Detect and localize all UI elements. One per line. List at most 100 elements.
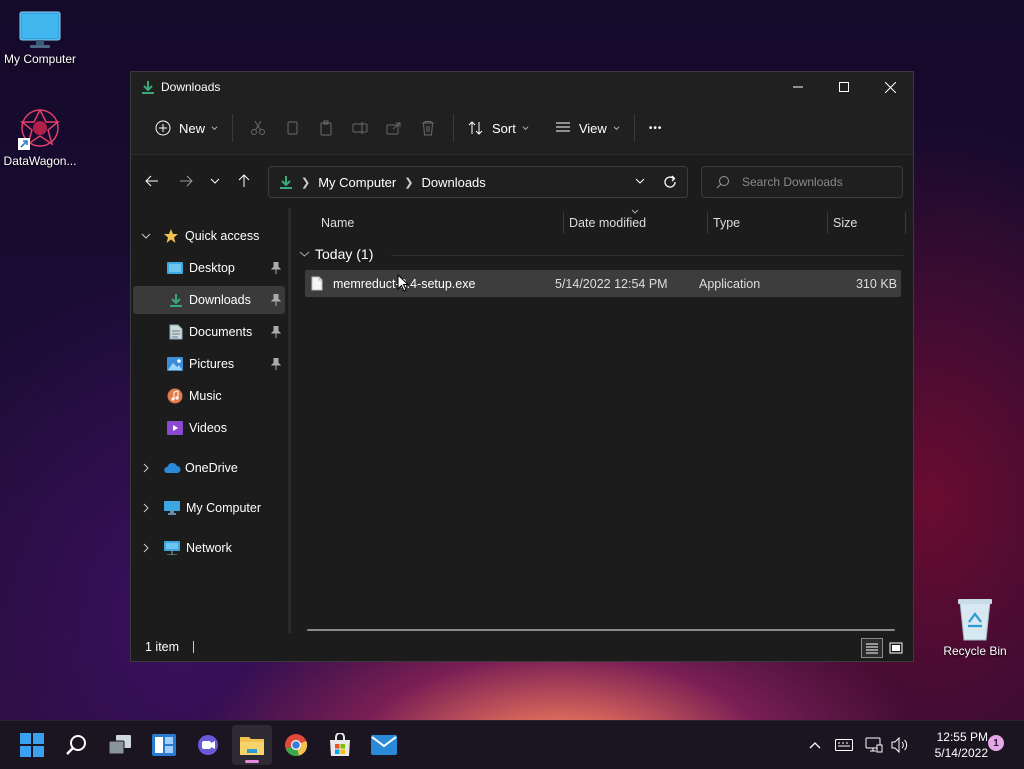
pin-icon[interactable] bbox=[271, 326, 281, 338]
widgets-button[interactable] bbox=[144, 725, 184, 765]
window-title: Downloads bbox=[161, 80, 221, 94]
chat-button[interactable] bbox=[188, 725, 228, 765]
toolbar-separator bbox=[633, 114, 635, 142]
chevron-down-icon bbox=[141, 233, 151, 239]
share-button[interactable] bbox=[377, 112, 411, 144]
address-bar[interactable]: ❯ My Computer ❯ Downloads bbox=[268, 166, 688, 198]
show-hidden-icons-button[interactable] bbox=[804, 721, 826, 769]
recent-locations-button[interactable] bbox=[202, 166, 228, 196]
chrome-button[interactable] bbox=[276, 725, 316, 765]
new-button[interactable]: New bbox=[149, 112, 224, 144]
maximize-button[interactable] bbox=[821, 72, 867, 102]
pin-icon[interactable] bbox=[271, 262, 281, 274]
breadcrumb-my-computer[interactable]: My Computer bbox=[318, 175, 396, 190]
sort-icon bbox=[468, 121, 483, 135]
column-header-name[interactable]: Name bbox=[321, 208, 561, 238]
title-bar[interactable]: Downloads bbox=[131, 72, 913, 102]
store-icon bbox=[330, 733, 350, 756]
file-explorer-taskbar-button[interactable] bbox=[232, 725, 272, 765]
desktop-icon-recycle-bin[interactable]: Recycle Bin bbox=[935, 596, 1015, 658]
notification-badge[interactable]: 1 bbox=[988, 735, 1004, 751]
rename-button[interactable] bbox=[343, 112, 377, 144]
column-header-size[interactable]: Size bbox=[833, 208, 903, 238]
column-divider[interactable] bbox=[563, 212, 564, 234]
pin-icon[interactable] bbox=[271, 294, 281, 306]
desktop-icon-label: Recycle Bin bbox=[943, 644, 1007, 658]
mail-button[interactable] bbox=[364, 725, 404, 765]
horizontal-scrollbar[interactable] bbox=[307, 629, 895, 631]
column-divider[interactable] bbox=[827, 212, 828, 234]
desktop-icon-datawagon[interactable]: DataWagon... bbox=[0, 106, 80, 168]
clock-time: 12:55 PM bbox=[936, 730, 988, 744]
nav-item-desktop[interactable]: Desktop bbox=[133, 254, 285, 282]
nav-my-computer[interactable]: My Computer bbox=[133, 494, 285, 522]
desktop-icon-label: DataWagon... bbox=[3, 154, 77, 168]
chevron-down-icon bbox=[299, 251, 310, 257]
back-button[interactable] bbox=[136, 166, 168, 196]
tiles-view-button[interactable] bbox=[885, 638, 907, 658]
more-options-icon: ••• bbox=[648, 122, 663, 134]
monitor-icon bbox=[164, 501, 180, 515]
refresh-button[interactable] bbox=[663, 175, 677, 189]
desktop-icon-my-computer[interactable]: My Computer bbox=[0, 10, 80, 66]
up-button[interactable] bbox=[228, 166, 260, 196]
close-button[interactable] bbox=[867, 72, 913, 102]
address-dropdown-button[interactable] bbox=[635, 177, 645, 185]
nav-item-pictures[interactable]: Pictures bbox=[133, 350, 285, 378]
nav-item-documents[interactable]: Documents bbox=[133, 318, 285, 346]
nav-label: Desktop bbox=[189, 261, 235, 275]
column-divider[interactable] bbox=[905, 212, 906, 234]
column-header-type[interactable]: Type bbox=[713, 208, 827, 238]
keyboard-button[interactable] bbox=[832, 721, 856, 769]
rename-icon bbox=[352, 122, 368, 134]
search-button[interactable] bbox=[56, 725, 96, 765]
volume-button[interactable] bbox=[888, 721, 912, 769]
nav-network[interactable]: Network bbox=[133, 534, 285, 562]
delete-button[interactable] bbox=[411, 112, 445, 144]
minimize-button[interactable] bbox=[775, 72, 821, 102]
sort-button[interactable]: Sort bbox=[462, 112, 535, 144]
search-box[interactable] bbox=[701, 166, 903, 198]
view-button[interactable]: View bbox=[549, 112, 626, 144]
nav-item-downloads[interactable]: Downloads bbox=[133, 286, 285, 314]
more-options-button[interactable]: ••• bbox=[643, 112, 669, 144]
nav-label: Documents bbox=[189, 325, 253, 339]
column-label: Date modified bbox=[569, 216, 647, 230]
pin-icon[interactable] bbox=[271, 358, 281, 370]
column-header-date[interactable]: Date modified bbox=[569, 208, 707, 238]
start-button[interactable] bbox=[12, 725, 52, 765]
view-toggle bbox=[861, 638, 907, 658]
paste-button[interactable] bbox=[309, 112, 343, 144]
nav-onedrive[interactable]: OneDrive bbox=[133, 454, 285, 482]
column-divider[interactable] bbox=[707, 212, 708, 234]
breadcrumb-downloads[interactable]: Downloads bbox=[421, 175, 485, 190]
nav-item-music[interactable]: Music bbox=[133, 382, 285, 410]
sort-label: Sort bbox=[492, 120, 516, 136]
chevron-down-icon bbox=[613, 125, 620, 130]
task-view-button[interactable] bbox=[100, 725, 140, 765]
breadcrumb-chevron-icon: ❯ bbox=[404, 176, 414, 189]
nav-item-videos[interactable]: Videos bbox=[133, 414, 285, 442]
minimize-icon bbox=[793, 86, 803, 88]
copy-button[interactable] bbox=[275, 112, 309, 144]
file-row[interactable]: memreduct-3.4-setup.exe 5/14/2022 12:54 … bbox=[305, 270, 901, 297]
teams-chat-icon bbox=[198, 735, 218, 755]
nav-quick-access[interactable]: Quick access bbox=[133, 222, 285, 250]
group-header-today[interactable]: Today (1) bbox=[299, 246, 373, 262]
toolbar-separator bbox=[453, 114, 455, 142]
search-input[interactable] bbox=[740, 174, 894, 190]
details-view-button[interactable] bbox=[861, 638, 883, 658]
close-icon bbox=[884, 81, 896, 93]
chevron-up-icon bbox=[809, 742, 821, 749]
store-button[interactable] bbox=[320, 725, 360, 765]
nav-label: Network bbox=[186, 541, 232, 555]
cut-button[interactable] bbox=[241, 112, 275, 144]
nav-label: Downloads bbox=[189, 293, 251, 307]
active-indicator bbox=[245, 760, 259, 763]
clock[interactable]: 12:55 PM 5/14/2022 bbox=[912, 729, 988, 761]
network-status-button[interactable] bbox=[862, 721, 886, 769]
arrow-up-icon bbox=[238, 174, 250, 187]
datawagon-icon bbox=[18, 108, 61, 150]
file-type: Application bbox=[699, 276, 761, 291]
forward-button[interactable] bbox=[170, 166, 202, 196]
